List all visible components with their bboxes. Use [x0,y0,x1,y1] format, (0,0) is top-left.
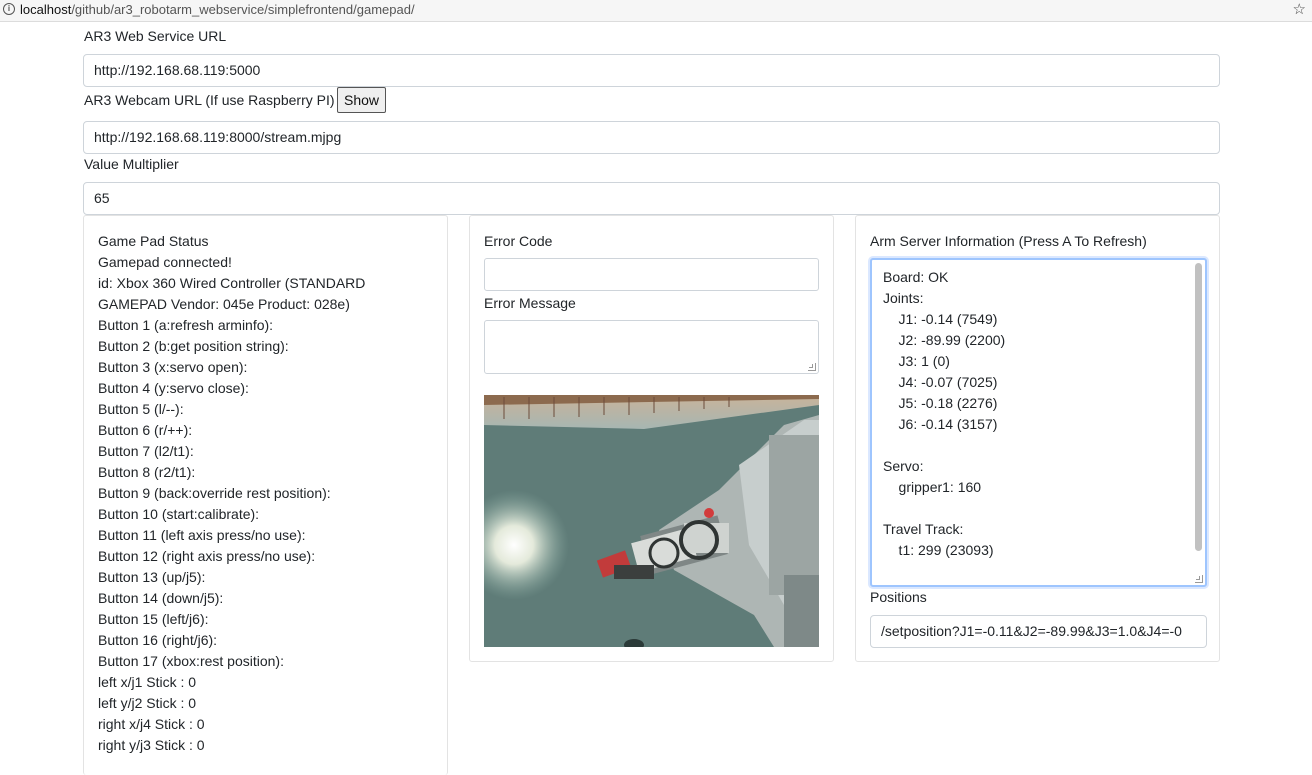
gamepad-status-line: Button 5 (l/--): [98,401,184,417]
multiplier-input[interactable]: 65 [83,182,1220,215]
arm-info-card: Arm Server Information (Press A To Refre… [855,215,1220,662]
gamepad-status-line: Button 12 (right axis press/no use): [98,548,316,564]
arm-info-title: Arm Server Information (Press A To Refre… [870,233,1147,249]
webcam-image [484,395,819,647]
bookmark-star-icon[interactable]: ☆ [1293,0,1306,18]
browser-address-bar[interactable]: i localhost/github/ar3_robotarm_webservi… [0,0,1312,22]
arm-info-line: J5: -0.18 (2276) [883,395,998,411]
webcam-url-input[interactable]: http://192.168.68.119:8000/stream.mjpg [83,121,1220,154]
arm-info-line [883,499,1005,520]
gamepad-status-line: Button 4 (y:servo close): [98,380,249,396]
arm-info-line: J1: -0.14 (7549) [883,311,998,327]
arm-info-line: Servo: [883,458,924,474]
web-service-url-input[interactable]: http://192.168.68.119:5000 [83,54,1220,87]
arm-info-line [883,436,1005,457]
gamepad-status-line: Gamepad connected! [98,254,232,270]
gamepad-status-list: Game Pad Status Gamepad connected! id: Xbo… [98,232,365,757]
gamepad-status-line: Button 3 (x:servo open): [98,359,248,375]
gamepad-status-line: id: Xbox 360 Wired Controller (STANDARD [98,275,366,291]
gamepad-status-line: Button 14 (down/j5): [98,590,224,606]
gamepad-status-card: Game Pad Status Gamepad connected! id: Xbo… [83,215,448,775]
error-code-label: Error Code [484,233,553,249]
gamepad-status-line: Button 11 (left axis press/no use): [98,527,306,543]
scrollbar-thumb[interactable] [1195,263,1202,551]
gamepad-status-line: Button 9 (back:override rest position): [98,485,331,501]
webcam-frame [484,395,819,647]
arm-info-line: J2: -89.99 (2200) [883,332,1006,348]
gamepad-status-line: Button 7 (l2/t1): [98,443,194,459]
gamepad-status-title: Game Pad Status [98,233,209,249]
arm-info-line: gripper1: 160 [883,479,982,495]
web-service-label: AR3 Web Service URL [84,28,227,44]
positions-input[interactable]: /setposition?J1=-0.11&J2=-89.99&J3=1.0&J… [870,615,1207,648]
show-webcam-button[interactable]: Show [337,87,386,113]
gamepad-status-line: left y/j2 Stick : 0 [98,695,197,711]
resize-handle-icon[interactable] [1195,575,1203,583]
url-host: localhost [20,2,72,17]
address-text[interactable]: localhost/github/ar3_robotarm_webservice… [20,2,415,17]
multiplier-label: Value Multiplier [84,156,179,172]
gamepad-status-line: left x/j1 Stick : 0 [98,674,197,690]
arm-info-line: J3: 1 (0) [883,353,950,369]
arm-info-line: Board: OK [883,269,949,285]
gamepad-status-line: right x/j4 Stick : 0 [98,716,205,732]
gamepad-status-line: Button 1 (a:refresh arminfo): [98,317,274,333]
gamepad-status-line: Button 2 (b:get position string): [98,338,289,354]
arm-info-line: J4: -0.07 (7025) [883,374,998,390]
resize-handle-icon[interactable] [808,363,816,371]
arm-info-line: J6: -0.14 (3157) [883,416,998,432]
gamepad-status-line: Button 10 (start:calibrate): [98,506,260,522]
gamepad-status-line: GAMEPAD Vendor: 045e Product: 028e) [98,296,350,312]
gamepad-status-line: Button 8 (r2/t1): [98,464,196,480]
url-path: /github/ar3_robotarm_webservice/simplefr… [71,2,415,17]
gamepad-status-line: Button 13 (up/j5): [98,569,206,585]
gamepad-status-line: Button 16 (right/j6): [98,632,218,648]
arm-info-lines: Board: OK Joints: J1: -0.14 (7549) J2: -8… [883,268,1005,562]
arm-info-line: Joints: [883,290,924,306]
arm-info-line: t1: 299 (23093) [883,542,994,558]
gamepad-status-line: Button 15 (left/j6): [98,611,209,627]
gamepad-status-line: Button 17 (xbox:rest position): [98,653,284,669]
gamepad-status-line: right y/j3 Stick : 0 [98,737,205,753]
error-code-input[interactable] [484,258,819,291]
arm-info-textarea[interactable]: Board: OK Joints: J1: -0.14 (7549) J2: -8… [870,258,1207,587]
error-card: Error Code Error Message [469,215,834,662]
error-message-textarea[interactable] [484,320,819,374]
gamepad-status-line: Button 6 (r/++): [98,422,193,438]
positions-label: Positions [870,589,927,605]
webcam-url-label: AR3 Webcam URL (If use Raspberry PI) [84,92,335,108]
error-message-label: Error Message [484,295,576,311]
arm-info-line: Travel Track: [883,521,964,537]
site-info-icon[interactable]: i [3,3,15,15]
